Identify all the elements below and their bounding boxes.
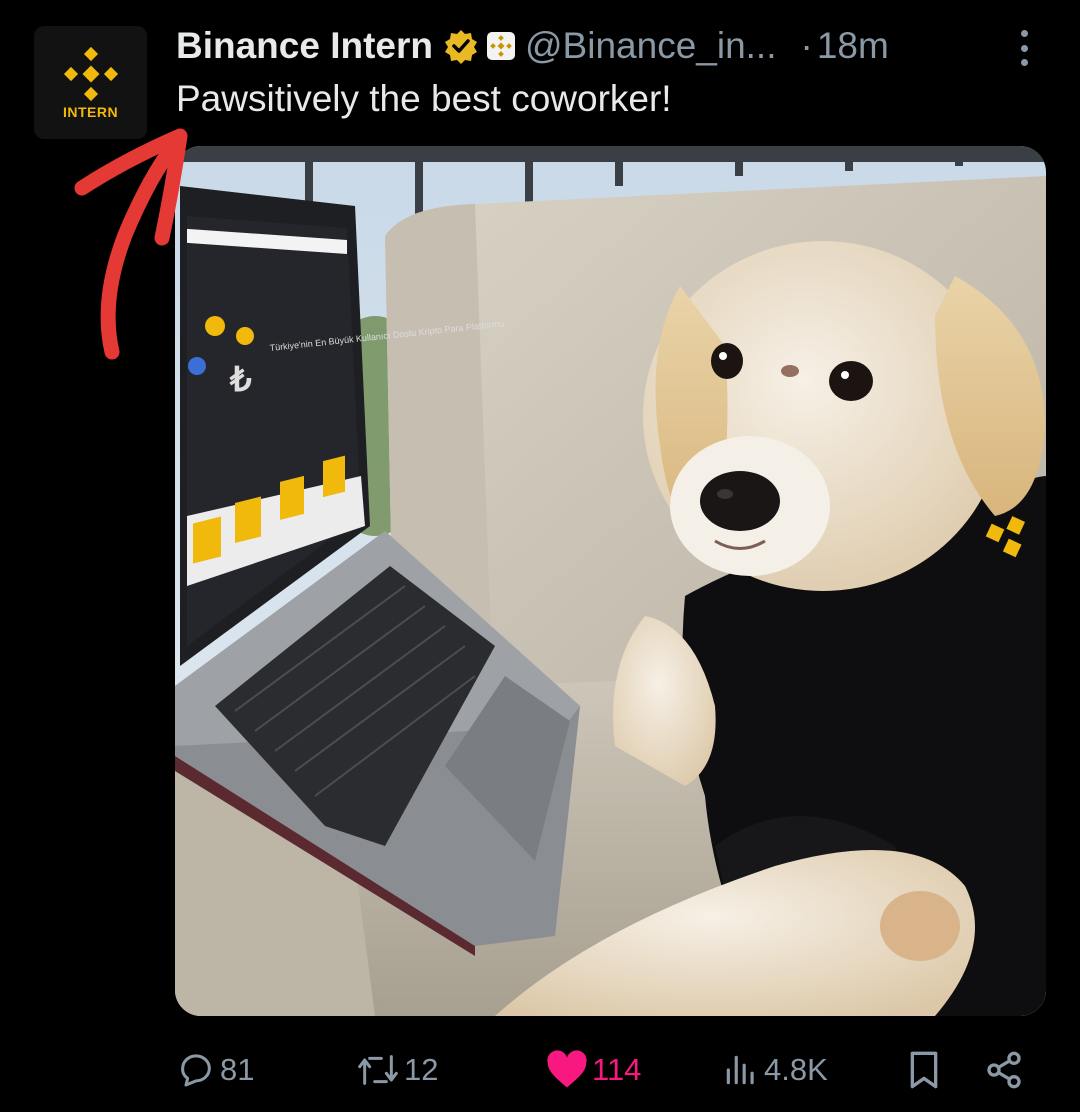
- views-icon: [726, 1055, 754, 1085]
- bookmark-button[interactable]: [906, 1040, 942, 1100]
- avatar-label: INTERN: [62, 103, 119, 120]
- svg-text:₺: ₺: [229, 361, 252, 399]
- reply-icon: [181, 1054, 211, 1087]
- tweet-header: Binance Intern @Binance_in... · 18m: [176, 22, 889, 70]
- like-count: 114: [592, 1052, 642, 1087]
- avatar[interactable]: INTERN: [34, 26, 147, 139]
- repost-button[interactable]: 12: [356, 1040, 438, 1100]
- views-button[interactable]: 4.8K: [722, 1040, 828, 1100]
- like-icon: [547, 1050, 587, 1088]
- timestamp[interactable]: 18m: [817, 25, 889, 67]
- display-name[interactable]: Binance Intern: [176, 25, 433, 67]
- reply-button[interactable]: 81: [176, 1040, 254, 1100]
- views-count: 4.8K: [764, 1052, 828, 1087]
- affiliate-badge-icon[interactable]: [487, 32, 515, 60]
- repost-count: 12: [404, 1052, 439, 1087]
- repost-icon: [358, 1055, 398, 1085]
- more-icon[interactable]: [1014, 30, 1034, 66]
- tweet-text: Pawsitively the best coworker!: [176, 78, 672, 119]
- action-bar: 81 12 114 4.8K: [176, 1040, 1036, 1100]
- separator-dot: ·: [800, 25, 813, 66]
- verified-badge-icon[interactable]: [443, 28, 479, 64]
- binance-logo-icon: [63, 46, 118, 101]
- share-icon: [987, 1051, 1021, 1089]
- share-button[interactable]: [984, 1040, 1024, 1100]
- like-button[interactable]: 114: [546, 1040, 641, 1100]
- handle[interactable]: @Binance_in...: [525, 25, 776, 67]
- reply-count: 81: [220, 1052, 255, 1087]
- tweet-image[interactable]: ₺ Türkiye'nin En Büyük Kullanıcı Dostu K…: [175, 146, 1046, 1016]
- bookmark-icon: [910, 1051, 938, 1089]
